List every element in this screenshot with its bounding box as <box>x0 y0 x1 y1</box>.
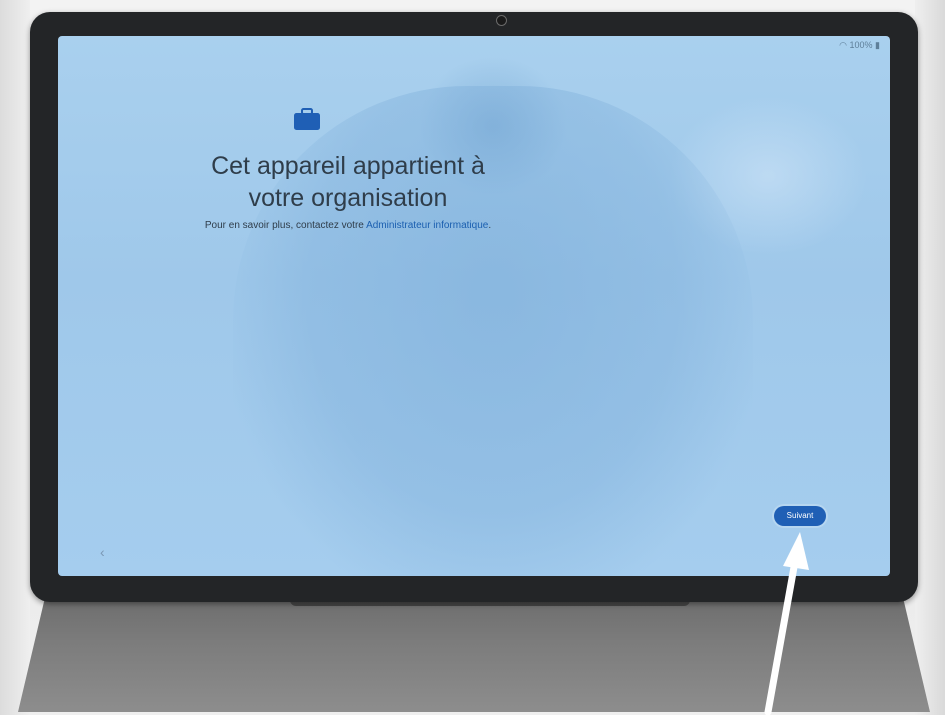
chevron-left-icon[interactable]: ‹ <box>100 544 105 560</box>
page-title-line2: votre organisation <box>248 184 448 212</box>
tablet-cover <box>18 596 930 712</box>
status-bar: ◠ 100% ▮ <box>839 40 880 51</box>
page-title: Cet appareil appartient à votre organisa… <box>98 150 598 214</box>
camera-icon <box>496 15 507 26</box>
subtitle-suffix: . <box>488 220 492 231</box>
page-title-line1: Cet appareil appartient à <box>211 152 485 180</box>
page-subtitle: Pour en savoir plus, contactez votre Adm… <box>98 220 598 231</box>
tablet-device: ◠ 100% ▮ Cet appareil appartient à votre… <box>30 12 918 602</box>
subtitle-text: Pour en savoir plus, contactez votre <box>204 220 367 231</box>
background-wall-left <box>0 0 30 715</box>
background-wall-right <box>915 0 945 715</box>
it-admin-link[interactable]: Administrateur informatique <box>366 220 488 231</box>
briefcase-icon <box>294 108 320 130</box>
setup-screen: ◠ 100% ▮ Cet appareil appartient à votre… <box>58 36 890 576</box>
photo-scene: ◠ 100% ▮ Cet appareil appartient à votre… <box>0 0 945 715</box>
wifi-icon: ◠ <box>839 40 847 50</box>
battery-level: 100% <box>849 40 873 50</box>
next-button[interactable]: Suivant <box>774 506 826 526</box>
battery-icon: ▮ <box>875 40 880 50</box>
